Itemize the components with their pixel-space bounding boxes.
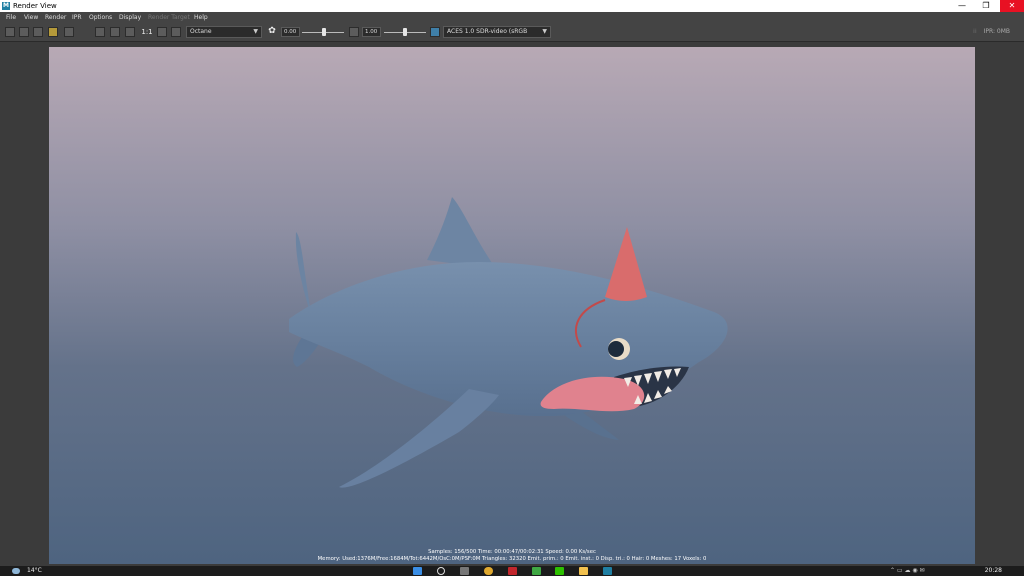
weather-icon[interactable] <box>12 568 20 574</box>
maya-icon[interactable] <box>603 567 612 575</box>
display-alpha-icon[interactable] <box>171 27 181 37</box>
menu-bar: File View Render IPR Options Display Ren… <box>0 12 1024 24</box>
maximize-button[interactable]: ❐ <box>974 0 998 12</box>
ipr-icon[interactable] <box>48 27 58 37</box>
refresh-icon[interactable] <box>125 27 135 37</box>
windows-taskbar: 14°C ⌃ ▭ ☁ ◉ ✉ 20:28 <box>0 566 1024 576</box>
snapshot-icon[interactable] <box>33 27 43 37</box>
task-view-icon[interactable] <box>460 567 469 575</box>
gamma-slider-handle[interactable] <box>403 28 407 36</box>
gamma-field[interactable]: 1.00 <box>362 27 381 37</box>
wechat-icon[interactable] <box>555 567 564 575</box>
menu-file[interactable]: File <box>6 12 16 24</box>
chrome-icon[interactable] <box>484 567 493 575</box>
close-button[interactable]: ✕ <box>1000 0 1024 12</box>
exposure-slider-handle[interactable] <box>322 28 326 36</box>
ratio-icon[interactable]: 1:1 <box>140 27 154 37</box>
color-transform-value: ACES 1.0 SDR-video (sRGB <box>447 28 528 35</box>
search-icon[interactable] <box>437 567 445 575</box>
render-settings-icon[interactable] <box>64 27 74 37</box>
render-stats-samples: Samples: 156/500 Time: 00:00:47/00:02:31… <box>428 549 596 555</box>
menu-view[interactable]: View <box>24 12 38 24</box>
menu-display[interactable]: Display <box>119 12 141 24</box>
menu-help[interactable]: Help <box>194 12 208 24</box>
toolbar-grip-icon: ⁞⁞ <box>973 28 977 35</box>
menu-options[interactable]: Options <box>89 12 112 24</box>
gamma-icon[interactable] <box>349 27 359 37</box>
menu-render-target: Render Target <box>148 14 190 21</box>
maya-app-icon: M <box>2 2 10 10</box>
color-transform-select[interactable]: ACES 1.0 SDR-video (sRGB ▼ <box>443 26 551 38</box>
title-bar: M Render View — ❐ ✕ <box>0 0 1024 12</box>
ipr-memory-status: IPR: 0MB <box>983 28 1010 35</box>
system-tray-icons[interactable]: ⌃ ▭ ☁ ◉ ✉ <box>890 566 925 576</box>
chevron-down-icon: ▼ <box>542 28 547 35</box>
menu-ipr[interactable]: IPR <box>72 12 82 24</box>
weather-temperature[interactable]: 14°C <box>27 566 42 576</box>
remove-image-icon[interactable] <box>110 27 120 37</box>
keep-image-icon[interactable] <box>95 27 105 37</box>
render-stats-memory: Memory: Used:1376M/Free:1684M/Tot:6442M/… <box>317 556 707 562</box>
window-title: Render View <box>13 2 57 10</box>
renderer-select-value: Octane <box>190 28 212 35</box>
display-rgb-icon[interactable] <box>157 27 167 37</box>
xbox-icon[interactable] <box>532 567 541 575</box>
menu-render[interactable]: Render <box>45 12 66 24</box>
render-viewport[interactable]: Samples: 156/500 Time: 00:00:47/00:02:31… <box>49 47 975 564</box>
shark-render-image <box>289 197 728 488</box>
file-explorer-icon[interactable] <box>579 567 588 575</box>
app-red-icon[interactable] <box>508 567 517 575</box>
render-view-toolbar: 1:1 Octane ▼ ✿ 0.00 1.00 ACES 1.0 SDR-vi… <box>0 24 1024 42</box>
color-management-icon[interactable] <box>430 27 440 37</box>
renderer-select[interactable]: Octane ▼ <box>186 26 262 38</box>
taskbar-clock[interactable]: 20:28 <box>985 566 1002 576</box>
render-frame-icon[interactable] <box>5 27 15 37</box>
chevron-down-icon: ▼ <box>253 28 258 35</box>
exposure-field[interactable]: 0.00 <box>281 27 300 37</box>
exposure-icon[interactable]: ✿ <box>267 27 277 37</box>
start-icon[interactable] <box>413 567 422 575</box>
render-region-icon[interactable] <box>19 27 29 37</box>
minimize-button[interactable]: — <box>950 0 974 12</box>
